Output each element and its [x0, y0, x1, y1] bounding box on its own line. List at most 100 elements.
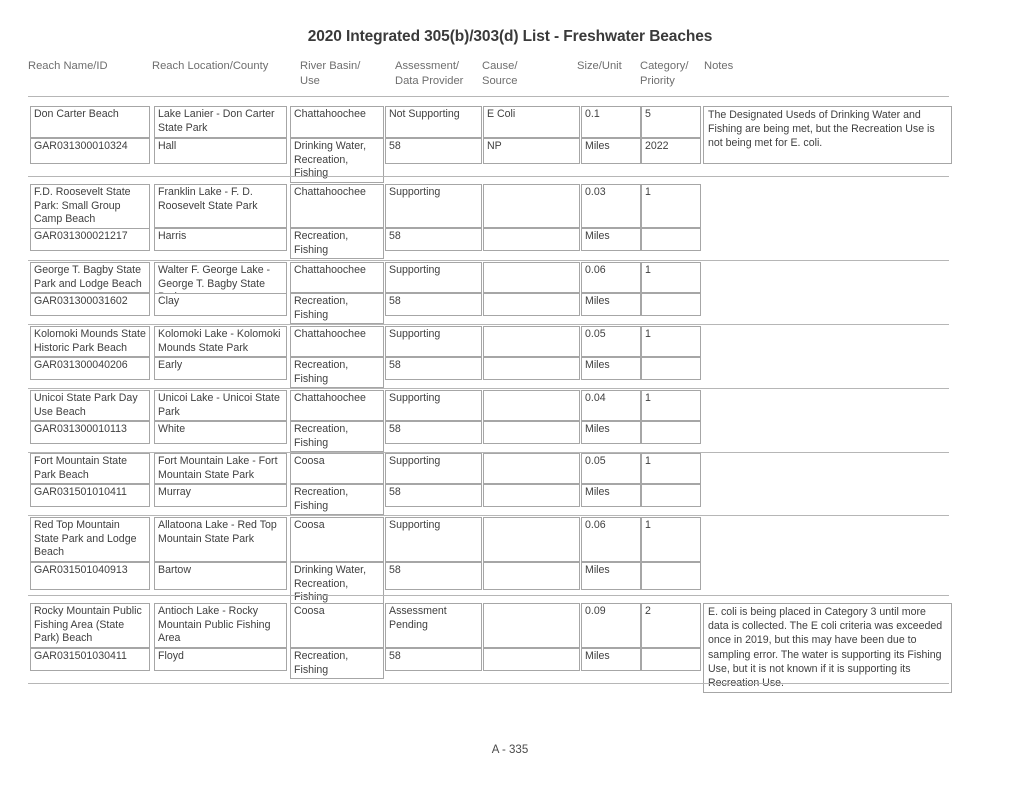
assessment-cell: Supporting [385, 262, 482, 293]
assessment-cell: Supporting [385, 326, 482, 357]
document-page: 2020 Integrated 305(b)/303(d) List - Fre… [0, 0, 1020, 788]
assessment-cell: Supporting [385, 517, 482, 562]
assessment-cell: Assessment Pending [385, 603, 482, 648]
priority-cell [641, 648, 701, 671]
river-basin-cell: Chattahoochee [290, 326, 384, 357]
column-header-5: Size/Unit [577, 60, 622, 72]
river-basin-cell: Coosa [290, 453, 384, 484]
reach-name-cell: George T. Bagby State Park and Lodge Bea… [30, 262, 150, 294]
unit-cell: Miles [581, 648, 641, 671]
reach-id-cell: GAR031300010113 [30, 421, 150, 444]
data-provider-cell: 58 [385, 484, 482, 507]
data-provider-cell: 58 [385, 228, 482, 251]
category-cell: 1 [641, 184, 701, 228]
size-cell: 0.09 [581, 603, 641, 648]
column-header-4: Cause/ Source [482, 60, 518, 87]
unit-cell: Miles [581, 228, 641, 251]
header-divider-rule [28, 96, 949, 97]
size-cell: 0.05 [581, 326, 641, 357]
notes-cell: E. coli is being placed in Category 3 un… [703, 603, 952, 694]
county-cell: Floyd [154, 648, 287, 671]
cause-cell [483, 262, 580, 293]
category-cell: 1 [641, 326, 701, 357]
county-cell: Clay [154, 293, 287, 316]
county-cell: Harris [154, 228, 287, 251]
river-basin-cell: Chattahoochee [290, 106, 384, 138]
priority-cell [641, 293, 701, 316]
table-header-row: Reach Name/ID Reach Location/County River … [28, 59, 992, 97]
size-cell: 0.03 [581, 184, 641, 228]
priority-cell: 2022 [641, 138, 701, 164]
column-header-1: Reach Location/County [152, 60, 269, 72]
table-record: Fort Mountain State Park Beach Fort Mount… [28, 451, 992, 523]
reach-id-cell: GAR031501040913 [30, 562, 150, 590]
river-basin-cell: Coosa [290, 517, 384, 562]
size-cell: 0.06 [581, 517, 641, 562]
cause-cell [483, 390, 580, 421]
priority-cell [641, 484, 701, 507]
table-record: Rocky Mountain Public Fishing Area (Stat… [28, 601, 992, 694]
source-cell [483, 228, 580, 251]
cause-cell [483, 326, 580, 357]
river-basin-cell: Chattahoochee [290, 184, 384, 228]
category-cell: 1 [641, 517, 701, 562]
assessment-cell: Supporting [385, 184, 482, 228]
reach-id-cell: GAR031501030411 [30, 648, 150, 671]
source-cell [483, 648, 580, 671]
reach-id-cell: GAR031300040206 [30, 357, 150, 380]
reach-name-cell: Fort Mountain State Park Beach [30, 453, 150, 485]
page-title: 2020 Integrated 305(b)/303(d) List - Fre… [307, 28, 713, 45]
county-cell: White [154, 421, 287, 444]
source-cell: NP [483, 138, 580, 164]
reach-location-cell: Lake Lanier - Don Carter State Park [154, 106, 287, 138]
use-cell: Recreation, Fishing [290, 648, 384, 680]
source-cell [483, 421, 580, 444]
column-header-0: Reach Name/ID [28, 60, 108, 72]
cause-cell [483, 517, 580, 562]
reach-name-cell: Rocky Mountain Public Fishing Area (Stat… [30, 603, 150, 648]
assessment-cell: Supporting [385, 390, 482, 421]
county-cell: Murray [154, 484, 287, 507]
unit-cell: Miles [581, 421, 641, 444]
size-cell: 0.05 [581, 453, 641, 484]
priority-cell [641, 357, 701, 380]
use-cell: Recreation, Fishing [290, 421, 384, 453]
data-provider-cell: 58 [385, 562, 482, 590]
category-cell: 1 [641, 390, 701, 421]
unit-cell: Miles [581, 562, 641, 590]
table-record: George T. Bagby State Park and Lodge Bea… [28, 260, 992, 332]
reach-id-cell: GAR031501010411 [30, 484, 150, 507]
cause-cell [483, 453, 580, 484]
reach-name-cell: Unicoi State Park Day Use Beach [30, 390, 150, 422]
river-basin-cell: Coosa [290, 603, 384, 648]
reach-id-cell: GAR031300031602 [30, 293, 150, 316]
reach-location-cell: Allatoona Lake - Red Top Mountain State … [154, 517, 287, 562]
size-cell: 0.04 [581, 390, 641, 421]
column-header-2: River Basin/ Use [300, 60, 361, 87]
category-cell: 1 [641, 453, 701, 484]
data-provider-cell: 58 [385, 648, 482, 671]
use-cell: Recreation, Fishing [290, 293, 384, 325]
reach-name-cell: Red Top Mountain State Park and Lodge Be… [30, 517, 150, 562]
source-cell [483, 484, 580, 507]
priority-cell [641, 421, 701, 444]
category-cell: 5 [641, 106, 701, 138]
column-header-7: Notes [704, 60, 734, 72]
table-record: Unicoi State Park Day Use Beach Unicoi La… [28, 388, 992, 460]
data-provider-cell: 58 [385, 138, 482, 164]
county-cell: Early [154, 357, 287, 380]
unit-cell: Miles [581, 357, 641, 380]
data-provider-cell: 58 [385, 421, 482, 444]
use-cell: Recreation, Fishing [290, 357, 384, 389]
table-record: F.D. Roosevelt State Park: Small Group C… [28, 182, 992, 268]
unit-cell: Miles [581, 484, 641, 507]
river-basin-cell: Chattahoochee [290, 390, 384, 421]
page-number: A - 335 [491, 744, 529, 756]
cause-cell [483, 603, 580, 648]
source-cell [483, 357, 580, 380]
reach-location-cell: Fort Mountain Lake - Fort Mountain State… [154, 453, 287, 485]
category-cell: 1 [641, 262, 701, 293]
cause-cell: E Coli [483, 106, 580, 138]
data-provider-cell: 58 [385, 357, 482, 380]
size-cell: 0.1 [581, 106, 641, 138]
